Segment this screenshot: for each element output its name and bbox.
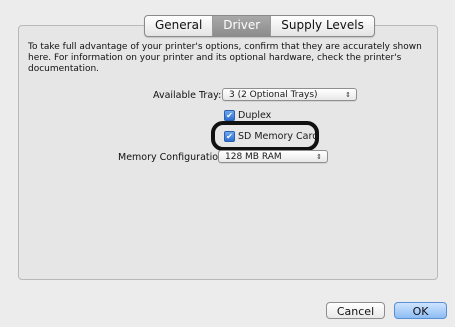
tab-driver[interactable]: Driver xyxy=(213,16,272,36)
memory-configuration-select[interactable]: 128 MB RAM ⇕ xyxy=(218,150,328,163)
sd-memory-card-checkbox-row[interactable]: ✔ SD Memory Card xyxy=(224,131,318,142)
popup-arrows-icon: ⇕ xyxy=(345,91,351,99)
popup-arrows-icon: ⇕ xyxy=(316,153,322,161)
available-tray-label: Available Tray: xyxy=(153,90,222,101)
ok-button[interactable]: OK xyxy=(394,302,447,319)
checkmark-icon: ✔ xyxy=(226,111,233,120)
tab-general[interactable]: General xyxy=(145,16,214,36)
sd-memory-card-checkbox[interactable]: ✔ xyxy=(224,131,235,142)
available-tray-value: 3 (2 Optional Trays) xyxy=(229,90,318,100)
tab-bar: General Driver Supply Levels xyxy=(144,15,375,37)
checkmark-icon: ✔ xyxy=(226,132,233,141)
description-text: To take full advantage of your printer's… xyxy=(28,42,422,74)
memory-configuration-label: Memory Configuration: xyxy=(118,152,228,163)
available-tray-select[interactable]: 3 (2 Optional Trays) ⇕ xyxy=(222,88,357,101)
cancel-button[interactable]: Cancel xyxy=(326,302,385,319)
duplex-checkbox-row[interactable]: ✔ Duplex xyxy=(224,110,271,121)
duplex-label: Duplex xyxy=(238,110,272,121)
memory-configuration-value: 128 MB RAM xyxy=(225,152,282,162)
tab-supply-levels[interactable]: Supply Levels xyxy=(271,16,374,36)
sd-memory-card-label: SD Memory Card xyxy=(238,131,319,142)
duplex-checkbox[interactable]: ✔ xyxy=(224,110,235,121)
